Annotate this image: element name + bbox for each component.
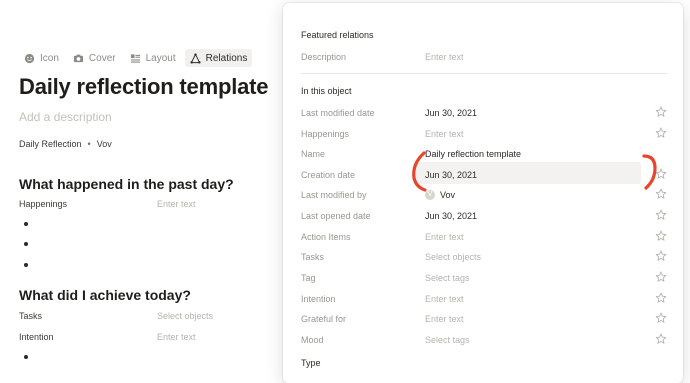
relation-label: Action Items bbox=[301, 232, 351, 242]
relation-value[interactable]: Select objects bbox=[425, 252, 481, 262]
relation-value[interactable]: Enter text bbox=[425, 294, 464, 304]
star-icon[interactable] bbox=[655, 312, 667, 324]
bullet-item[interactable] bbox=[24, 242, 28, 246]
relations-button[interactable]: Relations bbox=[184, 49, 253, 67]
layout-icon bbox=[130, 53, 140, 63]
meta-separator: • bbox=[87, 139, 91, 149]
relation-value[interactable]: Select objects bbox=[157, 311, 213, 321]
heading-achieve-today[interactable]: What did I achieve today? bbox=[19, 287, 191, 303]
relation-value[interactable]: Jun 30, 2021 bbox=[425, 170, 477, 180]
camera-icon bbox=[73, 54, 83, 62]
relation-label: Happenings bbox=[19, 199, 68, 209]
relation-value[interactable]: Select tags bbox=[425, 335, 470, 345]
relation-label: Intention bbox=[301, 294, 336, 304]
cover-button-label: Cover bbox=[88, 52, 116, 64]
relation-label: Name bbox=[301, 149, 326, 159]
star-icon[interactable] bbox=[655, 230, 667, 242]
relation-label: Mood bbox=[301, 335, 324, 345]
star-icon[interactable] bbox=[655, 106, 667, 118]
relation-label: Tag bbox=[301, 273, 316, 283]
featured-relations-title: Featured relations bbox=[301, 30, 374, 40]
relation-row-happenings[interactable]: Happenings Enter text bbox=[283, 126, 683, 144]
bullet-item[interactable] bbox=[24, 355, 28, 359]
object-title[interactable]: Daily reflection template bbox=[19, 74, 269, 100]
relation-label: Happenings bbox=[301, 129, 350, 139]
star-icon[interactable] bbox=[655, 250, 667, 262]
bullet-item[interactable] bbox=[24, 222, 28, 226]
relation-value[interactable]: Enter text bbox=[157, 332, 196, 342]
heading-past-day[interactable]: What happened in the past day? bbox=[19, 176, 234, 192]
tasks-relation[interactable]: Tasks Select objects bbox=[19, 311, 213, 321]
layout-button[interactable]: Layout bbox=[125, 49, 181, 67]
relation-row-grateful-for[interactable]: Grateful for Enter text bbox=[283, 311, 683, 329]
relation-value[interactable]: Daily reflection template bbox=[425, 149, 521, 159]
relations-button-label: Relations bbox=[205, 52, 248, 64]
icon-button-label: Icon bbox=[40, 52, 59, 64]
featured-relations-line: Daily Reflection • Vov bbox=[19, 139, 112, 149]
star-icon[interactable] bbox=[655, 333, 667, 345]
relation-value[interactable]: Enter text bbox=[425, 129, 464, 139]
cover-button[interactable]: Cover bbox=[68, 49, 121, 67]
type-section-title: Type bbox=[301, 358, 321, 368]
relation-value[interactable]: Enter text bbox=[157, 199, 196, 209]
relation-label: Last opened date bbox=[301, 211, 371, 221]
object-toolbar: Icon Cover Layout Relations bbox=[19, 49, 253, 67]
section-divider bbox=[301, 73, 667, 74]
star-icon[interactable] bbox=[655, 292, 667, 304]
intention-relation[interactable]: Intention Enter text bbox=[19, 332, 196, 342]
relation-label: Tasks bbox=[19, 311, 43, 321]
bullet-item[interactable] bbox=[24, 263, 28, 267]
relation-row-tasks[interactable]: Tasks Select objects bbox=[283, 249, 683, 267]
relation-row-intention[interactable]: Intention Enter text bbox=[283, 291, 683, 309]
relation-label: Tasks bbox=[301, 252, 325, 262]
relation-label: Creation date bbox=[301, 170, 356, 180]
relation-row-description[interactable]: Description Enter text bbox=[283, 49, 683, 67]
relations-icon bbox=[190, 52, 201, 64]
star-icon[interactable] bbox=[655, 209, 667, 221]
object-type-link[interactable]: Daily Reflection bbox=[19, 139, 82, 149]
relation-label: Intention bbox=[19, 332, 54, 342]
relation-label: Grateful for bbox=[301, 314, 347, 324]
relation-label: Last modified date bbox=[301, 108, 375, 118]
layout-button-label: Layout bbox=[145, 52, 176, 64]
icon-button[interactable]: Icon bbox=[19, 49, 64, 67]
author-link[interactable]: Vov bbox=[97, 139, 112, 149]
relation-value[interactable]: Jun 30, 2021 bbox=[425, 211, 477, 221]
star-icon[interactable] bbox=[655, 127, 667, 139]
relation-row-last-modified-by[interactable]: Last modified by V Vov bbox=[283, 187, 683, 205]
relation-value[interactable]: Enter text bbox=[425, 232, 464, 242]
smiley-icon bbox=[24, 53, 35, 63]
relation-row-tag[interactable]: Tag Select tags bbox=[283, 270, 683, 288]
relation-row-creation-date[interactable]: Creation date Jun 30, 2021 bbox=[283, 162, 683, 185]
red-annotation-left-bracket-icon bbox=[412, 151, 427, 192]
description-input[interactable]: Add a description bbox=[19, 110, 112, 124]
happenings-relation[interactable]: Happenings Enter text bbox=[19, 199, 196, 209]
relation-row-last-opened-date[interactable]: Last opened date Jun 30, 2021 bbox=[283, 208, 683, 226]
relation-value[interactable]: Enter text bbox=[425, 52, 464, 62]
red-annotation-right-bracket-icon bbox=[642, 154, 657, 190]
relation-value[interactable]: Enter text bbox=[425, 314, 464, 324]
star-icon[interactable] bbox=[655, 271, 667, 283]
relation-value[interactable]: Jun 30, 2021 bbox=[425, 108, 477, 118]
relation-row-last-modified-date[interactable]: Last modified date Jun 30, 2021 bbox=[283, 105, 683, 123]
relation-label: Description bbox=[301, 52, 347, 62]
relation-value[interactable]: Select tags bbox=[425, 273, 470, 283]
relations-panel: Featured relations Description Enter tex… bbox=[283, 3, 683, 383]
relation-row-mood[interactable]: Mood Select tags bbox=[283, 332, 683, 350]
in-this-object-title: In this object bbox=[301, 86, 352, 96]
user-name: Vov bbox=[440, 190, 456, 200]
relation-label: Last modified by bbox=[301, 190, 367, 200]
relation-row-action-items[interactable]: Action Items Enter text bbox=[283, 229, 683, 247]
